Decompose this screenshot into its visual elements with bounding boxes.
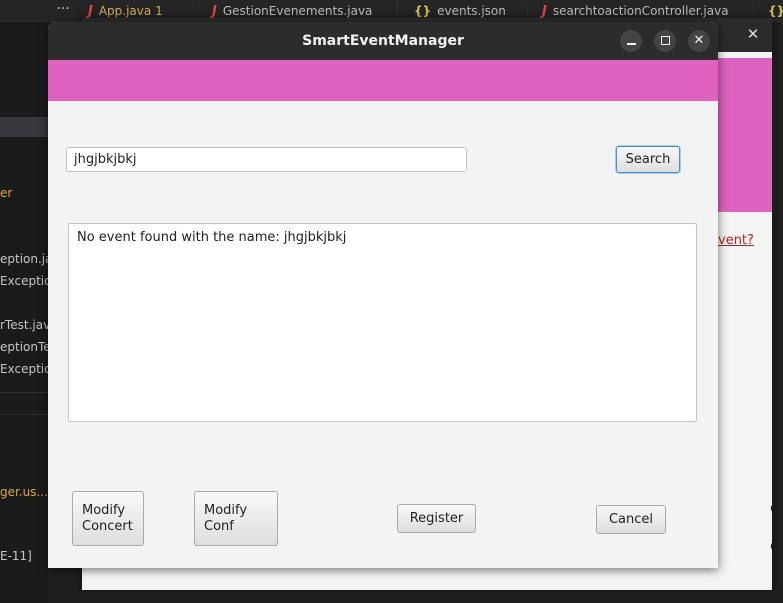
tab-label: App.java 1 bbox=[98, 4, 163, 18]
sidebar-entry[interactable]: Exception bbox=[0, 362, 48, 376]
selected-row bbox=[0, 117, 48, 137]
search-input[interactable] bbox=[66, 147, 467, 172]
tab-label: GestionEvenements.java bbox=[222, 4, 373, 18]
more-actions-icon[interactable]: ··· bbox=[52, 1, 74, 17]
sidebar-entry[interactable]: eptionTe bbox=[0, 340, 48, 354]
json-file-icon: {} bbox=[768, 4, 783, 18]
divider bbox=[0, 414, 48, 415]
terminal-line: E-11] bbox=[0, 549, 32, 563]
maximize-button[interactable] bbox=[654, 30, 676, 52]
modify-conf-button[interactable]: Modify Conf bbox=[194, 491, 278, 546]
divider bbox=[0, 392, 48, 393]
sidebar-entry[interactable]: Exception bbox=[0, 274, 48, 288]
cancel-button[interactable]: Cancel bbox=[596, 505, 666, 534]
explorer-sidebar: er eption.java Exception rTest.java epti… bbox=[0, 22, 48, 603]
sidebar-entry[interactable]: ger.us... bbox=[0, 485, 48, 499]
header-band bbox=[48, 60, 718, 101]
sidebar-entry[interactable]: er bbox=[0, 186, 12, 200]
button-label: Modify Conf bbox=[204, 502, 248, 534]
sidebar-entry[interactable]: eption.java bbox=[0, 252, 48, 266]
partial-text: of bbox=[770, 501, 772, 516]
java-file-icon: J bbox=[542, 3, 547, 19]
window-title: SmartEventManager bbox=[302, 33, 464, 49]
close-icon[interactable]: ✕ bbox=[743, 24, 763, 44]
register-button[interactable]: Register bbox=[397, 504, 476, 533]
java-file-icon: J bbox=[88, 3, 93, 19]
result-text-area[interactable]: No event found with the name: jhgjbkjbkj bbox=[68, 223, 697, 422]
sidebar-entry[interactable]: rTest.java bbox=[0, 318, 48, 332]
partial-text: of bbox=[770, 539, 772, 554]
minimize-icon bbox=[626, 43, 636, 45]
modify-concert-button[interactable]: Modify Concert bbox=[72, 491, 144, 546]
search-button[interactable]: Search bbox=[616, 146, 680, 173]
json-file-icon: {} bbox=[414, 4, 432, 18]
maximize-icon bbox=[660, 36, 670, 45]
tab-label: events.json bbox=[437, 4, 506, 18]
help-link[interactable]: vent? bbox=[718, 233, 754, 248]
close-button[interactable]: ✕ bbox=[688, 30, 710, 52]
tab-label: searchtoactionController.java bbox=[552, 4, 729, 18]
smart-event-manager-window: SmartEventManager ✕ Search No event foun… bbox=[48, 22, 718, 568]
minimize-button[interactable] bbox=[620, 30, 642, 52]
button-label: Modify Concert bbox=[82, 502, 133, 534]
java-file-icon: J bbox=[212, 3, 217, 19]
